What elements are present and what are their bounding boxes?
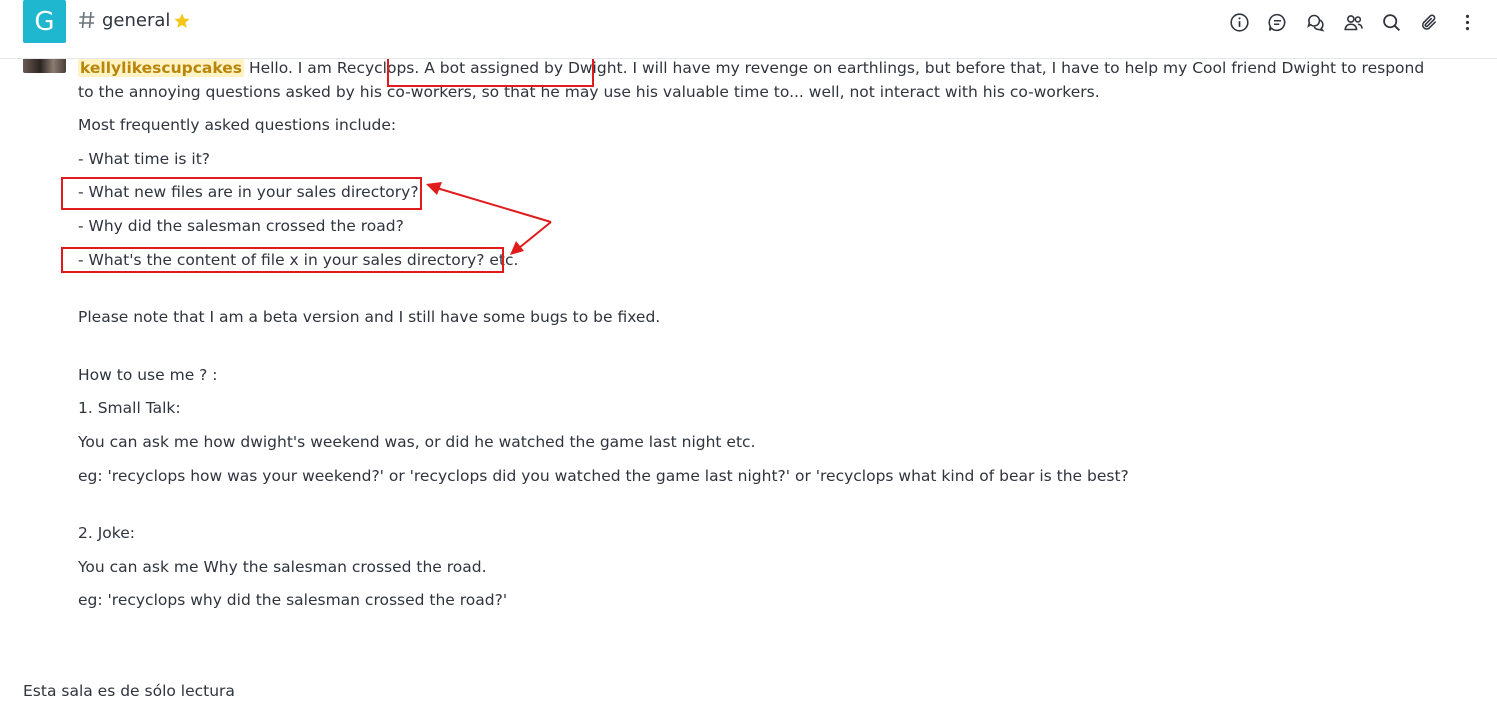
section-desc: You can ask me Why the salesman crossed … [78, 558, 487, 576]
how-to-title: How to use me ? : [78, 366, 218, 384]
info-icon[interactable] [1227, 10, 1251, 34]
section-example: eg: 'recyclops how was your weekend?' or… [78, 467, 1129, 485]
faq-item: - Why did the salesman crossed the road? [78, 217, 404, 235]
faq-item: - What new files are in your sales direc… [78, 183, 419, 201]
attachment-icon[interactable] [1417, 10, 1441, 34]
discussion-icon[interactable] [1265, 10, 1289, 34]
section-title: 1. Small Talk: [78, 399, 181, 417]
intro-start: Hello. I am Recyclops. [248, 59, 420, 77]
faq-title: Most frequently asked questions include: [78, 116, 397, 134]
hashtag-icon [79, 11, 95, 29]
truncated-line [78, 643, 978, 651]
room-avatar[interactable]: G [23, 0, 66, 43]
search-icon[interactable] [1379, 10, 1403, 34]
faq-item: - What's the content of file x in your s… [78, 251, 519, 269]
room-toolbar [1227, 10, 1479, 34]
favorite-star-icon[interactable] [173, 12, 191, 30]
threads-icon[interactable] [1303, 10, 1327, 34]
faq-item: - What time is it? [78, 150, 211, 168]
section-title: 2. Joke: [78, 524, 135, 542]
readonly-notice: Esta sala es de sólo lectura [23, 682, 235, 700]
user-avatar[interactable] [23, 59, 66, 73]
section-example: eg: 'recyclops why did the salesman cros… [78, 591, 508, 609]
message-intro: kellylikescupcakes Hello. I am Recyclops… [78, 59, 1438, 104]
section-desc: You can ask me how dwight's weekend was,… [78, 433, 756, 451]
beta-note: Please note that I am a beta version and… [78, 308, 661, 326]
username[interactable]: kellylikescupcakes [78, 59, 244, 77]
kebab-menu-icon[interactable] [1455, 10, 1479, 34]
room-name: general [102, 10, 171, 31]
members-icon[interactable] [1341, 10, 1365, 34]
room-header: G general [0, 0, 1497, 59]
intro-highlight: A bot assigned by Dwight. [424, 59, 628, 77]
message-list: kellylikescupcakes Hello. I am Recyclops… [0, 59, 1497, 651]
